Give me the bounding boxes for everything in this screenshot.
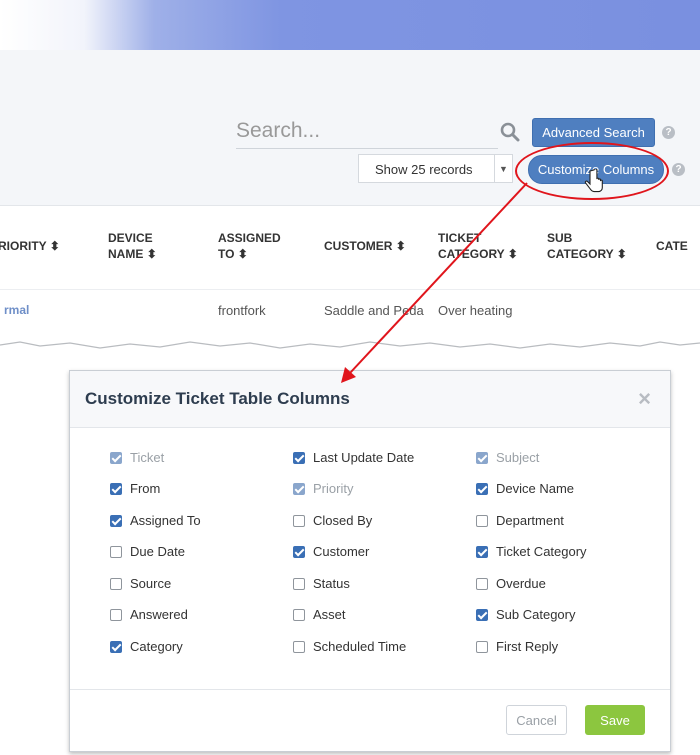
- column-option-scheduled-time[interactable]: Scheduled Time: [293, 639, 406, 654]
- torn-edge-decoration: [0, 325, 700, 349]
- table-cell-assigned-to: frontfork: [218, 303, 266, 318]
- chevron-down-icon[interactable]: ▼: [494, 155, 512, 182]
- table-row-divider: [0, 289, 700, 290]
- column-option-label: Asset: [313, 607, 346, 622]
- advanced-search-help-icon[interactable]: ?: [662, 126, 675, 139]
- checkbox-unchecked[interactable]: [476, 577, 488, 590]
- column-option-label: Sub Category: [496, 607, 576, 622]
- column-option-customer[interactable]: Customer: [293, 544, 369, 559]
- column-header-priority[interactable]: RIORITY ⬍: [0, 238, 60, 254]
- records-per-page-select[interactable]: Show 25 records ▼: [358, 154, 513, 183]
- column-header-sub-category[interactable]: SUB CATEGORY ⬍: [547, 230, 627, 262]
- checkbox-checked[interactable]: [110, 514, 122, 527]
- column-option-label: Customer: [313, 544, 370, 559]
- column-option-ticket: Ticket: [110, 450, 164, 465]
- sort-icon[interactable]: ⬍: [50, 239, 60, 253]
- dialog-title: Customize Ticket Table Columns: [85, 389, 350, 408]
- column-option-priority: Priority: [293, 481, 353, 496]
- column-option-label: Priority: [313, 481, 354, 496]
- column-header-category[interactable]: CATE: [656, 238, 688, 254]
- column-option-label: Department: [496, 513, 564, 528]
- column-option-due-date[interactable]: Due Date: [110, 544, 185, 559]
- app-header-bar: [0, 0, 700, 50]
- checkbox-unchecked[interactable]: [110, 577, 122, 590]
- column-option-label: From: [130, 481, 161, 496]
- sort-icon[interactable]: ⬍: [508, 247, 518, 261]
- dialog-footer-divider: [70, 689, 670, 690]
- sort-icon[interactable]: ⬍: [617, 247, 627, 261]
- column-option-label: Category: [130, 639, 183, 654]
- table-cell-ticket-category: Over heating: [438, 303, 513, 318]
- search-input[interactable]: [236, 114, 498, 149]
- column-option-label: Device Name: [496, 481, 575, 496]
- column-option-label: First Reply: [496, 639, 559, 654]
- hand-pointer-icon: [584, 169, 603, 193]
- dialog-header: Customize Ticket Table Columns ×: [70, 371, 670, 428]
- column-option-department[interactable]: Department: [476, 513, 564, 528]
- checkbox-checked[interactable]: [293, 451, 305, 464]
- cancel-button[interactable]: Cancel: [506, 705, 567, 735]
- checkbox-unchecked[interactable]: [293, 514, 305, 527]
- column-option-first-reply[interactable]: First Reply: [476, 639, 558, 654]
- checkbox-unchecked[interactable]: [476, 640, 488, 653]
- column-option-overdue[interactable]: Overdue: [476, 576, 546, 591]
- checkbox-checked[interactable]: [293, 545, 305, 558]
- close-icon[interactable]: ×: [638, 386, 651, 412]
- checkbox-checked[interactable]: [476, 608, 488, 621]
- checkbox-unchecked[interactable]: [293, 577, 305, 590]
- records-per-page-value: Show 25 records: [375, 162, 473, 177]
- checkbox-checked[interactable]: [110, 482, 122, 495]
- column-option-label: Source: [130, 576, 172, 591]
- column-option-label: Overdue: [496, 576, 546, 591]
- column-option-source[interactable]: Source: [110, 576, 171, 591]
- column-option-label: Subject: [496, 450, 540, 465]
- checkbox-checked[interactable]: [476, 545, 488, 558]
- column-option-ticket-category[interactable]: Ticket Category: [476, 544, 587, 559]
- checkbox-unchecked[interactable]: [293, 608, 305, 621]
- column-option-label: Assigned To: [130, 513, 201, 528]
- column-option-label: Status: [313, 576, 350, 591]
- customize-columns-help-icon[interactable]: ?: [672, 163, 685, 176]
- sort-icon[interactable]: ⬍: [147, 247, 157, 261]
- sort-icon[interactable]: ⬍: [396, 239, 406, 253]
- column-option-label: Due Date: [130, 544, 185, 559]
- column-option-device-name[interactable]: Device Name: [476, 481, 574, 496]
- checkbox-checked: [293, 482, 305, 495]
- customize-columns-dialog: Customize Ticket Table Columns × Ticket F…: [69, 370, 671, 752]
- column-option-answered[interactable]: Answered: [110, 607, 188, 622]
- column-option-status[interactable]: Status: [293, 576, 350, 591]
- column-header-device-name[interactable]: DEVICE NAME ⬍: [108, 230, 157, 262]
- table-cell-customer: Saddle and Peda: [324, 303, 424, 318]
- save-button[interactable]: Save: [585, 705, 645, 735]
- checkbox-unchecked[interactable]: [293, 640, 305, 653]
- column-option-asset[interactable]: Asset: [293, 607, 346, 622]
- column-option-assigned-to[interactable]: Assigned To: [110, 513, 201, 528]
- checkbox-checked[interactable]: [476, 482, 488, 495]
- column-header-assigned-to[interactable]: ASSIGNED TO ⬍: [218, 230, 281, 262]
- checkbox-checked: [476, 451, 488, 464]
- checkbox-checked: [110, 451, 122, 464]
- checkbox-unchecked[interactable]: [110, 545, 122, 558]
- column-option-label: Ticket: [130, 450, 165, 465]
- column-option-label: Scheduled Time: [313, 639, 407, 654]
- column-option-from[interactable]: From: [110, 481, 160, 496]
- column-option-closed-by[interactable]: Closed By: [293, 513, 372, 528]
- column-option-label: Closed By: [313, 513, 373, 528]
- column-header-customer[interactable]: CUSTOMER ⬍: [324, 238, 406, 254]
- column-option-label: Answered: [130, 607, 188, 622]
- column-header-ticket-category[interactable]: TICKET CATEGORY ⬍: [438, 230, 518, 262]
- checkbox-unchecked[interactable]: [476, 514, 488, 527]
- column-option-label: Last Update Date: [313, 450, 415, 465]
- column-option-label: Ticket Category: [496, 544, 587, 559]
- table-cell-priority: rmal: [4, 303, 30, 317]
- checkbox-checked[interactable]: [110, 640, 122, 653]
- sort-icon[interactable]: ⬍: [238, 247, 248, 261]
- search-icon[interactable]: [500, 122, 520, 142]
- column-option-category[interactable]: Category: [110, 639, 183, 654]
- checkbox-unchecked[interactable]: [110, 608, 122, 621]
- column-option-subject: Subject: [476, 450, 539, 465]
- column-option-sub-category[interactable]: Sub Category: [476, 607, 576, 622]
- column-option-last-update-date[interactable]: Last Update Date: [293, 450, 414, 465]
